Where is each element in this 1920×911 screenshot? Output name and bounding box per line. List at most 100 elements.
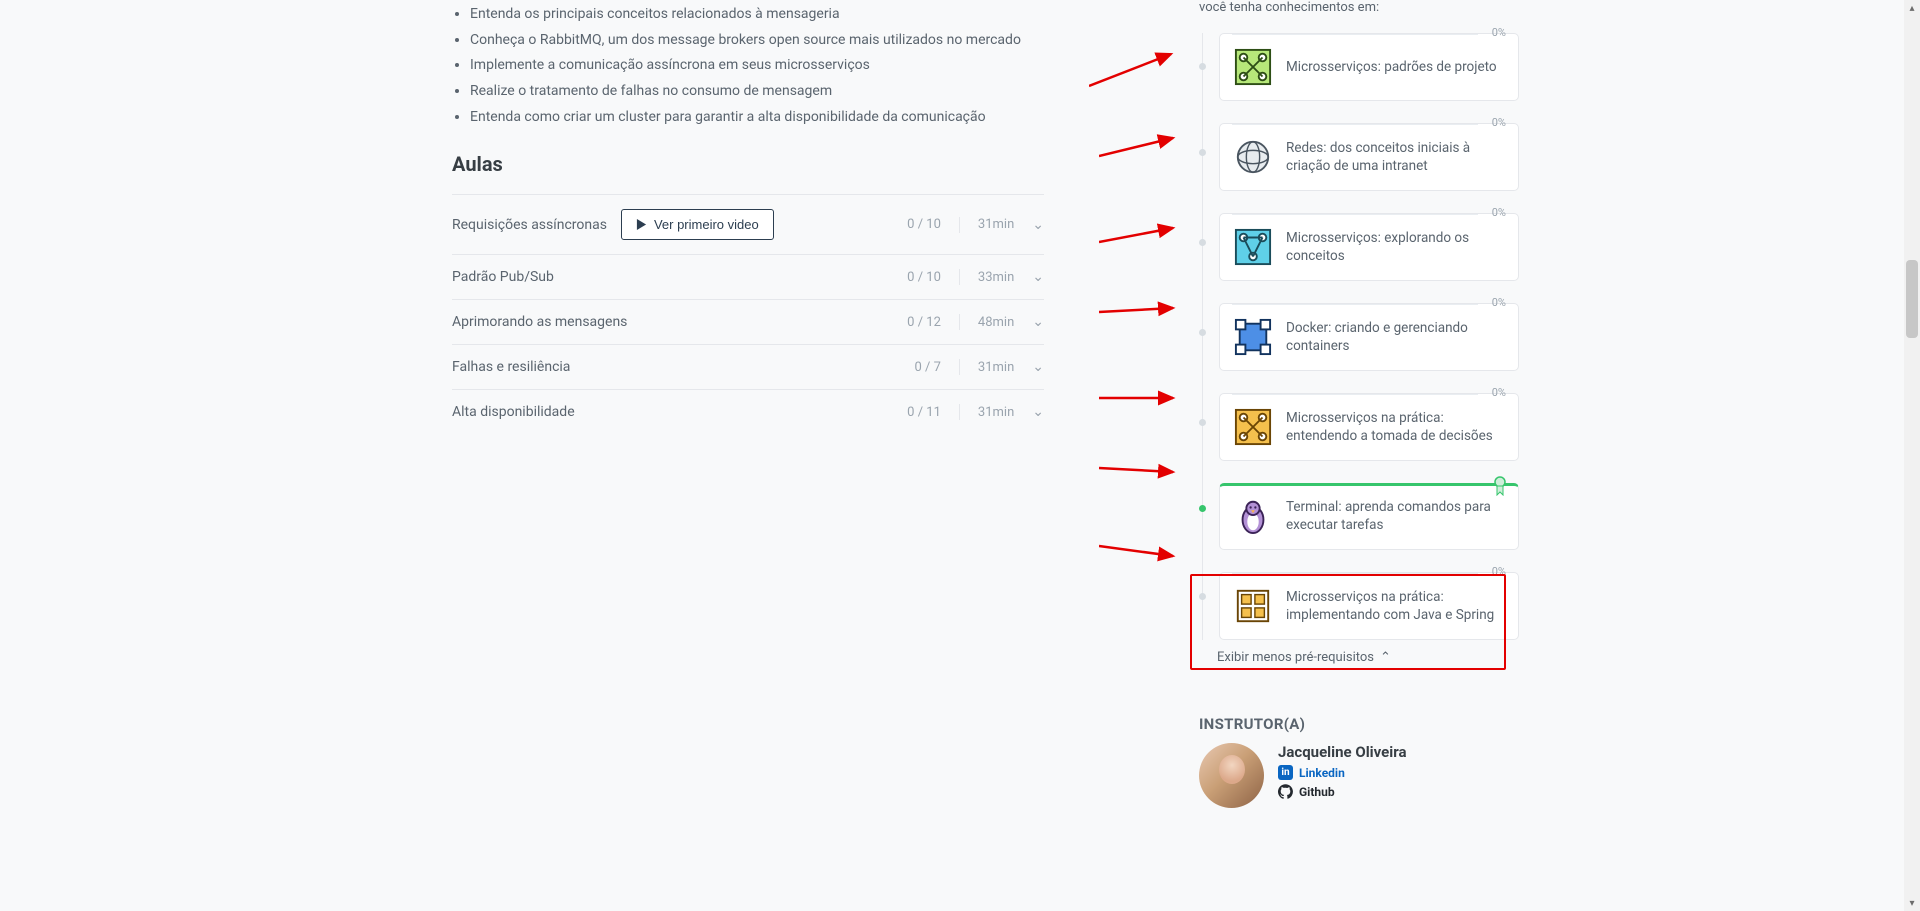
lesson-progress: 0 / 12 [907,315,941,330]
instructor-avatar [1199,743,1264,808]
lesson-progress: 0 / 11 [907,405,941,420]
progress-bar [1232,34,1478,35]
objective-item: Realize o tratamento de falhas no consum… [470,81,1044,103]
timeline-dot-icon [1199,149,1206,156]
objective-item: Implemente a comunicação assíncrona em s… [470,55,1044,77]
divider [959,404,960,420]
divider [959,217,960,233]
play-icon [636,219,647,230]
prereq-title: Redes: dos conceitos iniciais à criação … [1286,139,1502,175]
ribbon-icon [1492,476,1508,496]
prereq-percent: 0% [1492,565,1506,578]
lesson-progress: 0 / 7 [914,360,940,375]
prereq-card[interactable]: 0% Microsserviços na prática: entendendo… [1219,393,1519,461]
prereq-card[interactable]: 0% Microsserviços: padrões de projeto [1219,33,1519,101]
prereq-percent: 0% [1492,116,1506,129]
watch-first-video-button[interactable]: Ver primeiro video [621,209,774,240]
lesson-row[interactable]: Aprimorando as mensagens 0 / 12 48min ⌄ [452,300,1044,345]
show-less-label: Exibir menos pré-requisitos [1217,650,1374,665]
lesson-title: Falhas e resiliência [452,359,570,375]
mesh-icon [1234,408,1272,446]
lesson-duration: 48min [978,315,1014,330]
show-less-prereqs-link[interactable]: Exibir menos pré-requisitos ⌃ [1217,650,1519,665]
prereq-card-completed[interactable]: Terminal: aprenda comandos para executar… [1219,483,1519,550]
linkedin-icon: in [1278,765,1293,780]
instructor-heading: INSTRUTOR(A) [1199,715,1519,733]
lesson-title: Aprimorando as mensagens [452,314,627,330]
chevron-up-icon: ⌃ [1380,650,1391,665]
tiles-icon [1234,587,1272,625]
instructor-name: Jacqueline Oliveira [1278,743,1407,761]
progress-bar [1232,573,1478,574]
lesson-progress: 0 / 10 [907,217,941,232]
globe-icon [1234,138,1272,176]
arrow-icon [1099,132,1179,162]
chevron-down-icon[interactable]: ⌄ [1032,404,1044,420]
prereq-title: Microsserviços na prática: implementando… [1286,588,1502,624]
lessons-list: Requisições assíncronas Ver primeiro vid… [452,194,1044,434]
prereq-timeline: 0% Microsserviços: padrões de projeto 0%… [1202,33,1519,640]
arrow-icon [1089,48,1179,88]
scroll-thumb[interactable] [1906,260,1918,338]
lesson-title: Padrão Pub/Sub [452,269,554,285]
prereq-title: Terminal: aprenda comandos para executar… [1286,498,1502,534]
lesson-row[interactable]: Padrão Pub/Sub 0 / 10 33min ⌄ [452,255,1044,300]
prereq-title: Microsserviços: explorando os conceitos [1286,229,1502,265]
divider [959,359,960,375]
github-icon [1278,784,1293,799]
objective-item: Entenda como criar um cluster para garan… [470,107,1044,129]
prereq-intro-text: você tenha conhecimentos em: [1199,0,1519,15]
chevron-down-icon[interactable]: ⌄ [1032,269,1044,285]
prereq-title: Docker: criando e gerenciando containers [1286,319,1502,355]
watch-first-video-label: Ver primeiro video [654,217,759,232]
lesson-row[interactable]: Alta disponibilidade 0 / 11 31min ⌄ [452,390,1044,434]
lesson-duration: 31min [978,217,1014,232]
penguin-icon [1234,497,1272,535]
progress-bar [1232,124,1478,125]
chevron-down-icon[interactable]: ⌄ [1032,217,1044,233]
lesson-row[interactable]: Falhas e resiliência 0 / 7 31min ⌄ [452,345,1044,390]
objective-item: Entenda os principais conceitos relacion… [470,4,1044,26]
prereq-percent: 0% [1492,26,1506,39]
lesson-duration: 31min [978,360,1014,375]
arrow-icon [1099,460,1179,480]
course-objectives-list: Entenda os principais conceitos relacion… [452,4,1044,128]
prereq-card[interactable]: 0% Microsserviços: explorando os conceit… [1219,213,1519,281]
prereq-title: Microsserviços: padrões de projeto [1286,58,1497,76]
prereq-percent: 0% [1492,386,1506,399]
scrollbar[interactable]: ▴ ▾ [1904,0,1920,911]
prereq-card[interactable]: 0% Microsserviços na prática: implementa… [1219,572,1519,640]
prereq-title: Microsserviços na prática: entendendo a … [1286,409,1502,445]
scroll-up-button[interactable]: ▴ [1904,0,1920,16]
linkedin-label: Linkedin [1299,766,1345,780]
progress-bar [1232,304,1478,305]
divider [959,269,960,285]
chevron-down-icon[interactable]: ⌄ [1032,314,1044,330]
arrow-icon [1099,222,1179,246]
mesh-icon [1234,228,1272,266]
lesson-title: Alta disponibilidade [452,404,575,420]
timeline-dot-icon [1199,419,1206,426]
arrow-icon [1099,300,1179,320]
instructor-linkedin-link[interactable]: in Linkedin [1278,765,1407,780]
lesson-duration: 33min [978,270,1014,285]
timeline-dot-icon [1199,593,1206,600]
progress-bar [1232,394,1478,395]
timeline-dot-icon [1199,329,1206,336]
lesson-row[interactable]: Requisições assíncronas Ver primeiro vid… [452,194,1044,255]
lesson-progress: 0 / 10 [907,270,941,285]
container-icon [1234,318,1272,356]
lessons-heading: Aulas [452,152,1044,176]
lesson-duration: 31min [978,405,1014,420]
annotation-arrows [1089,0,1199,640]
chevron-down-icon[interactable]: ⌄ [1032,359,1044,375]
scroll-down-button[interactable]: ▾ [1904,895,1920,911]
arrow-icon [1099,540,1179,564]
prereq-percent: 0% [1492,296,1506,309]
instructor-github-link[interactable]: Github [1278,784,1407,799]
prereq-card[interactable]: 0% Redes: dos conceitos iniciais à criaç… [1219,123,1519,191]
timeline-dot-icon [1199,63,1206,70]
mesh-icon [1234,48,1272,86]
prereq-card[interactable]: 0% Docker: criando e gerenciando contain… [1219,303,1519,371]
github-label: Github [1299,785,1335,799]
